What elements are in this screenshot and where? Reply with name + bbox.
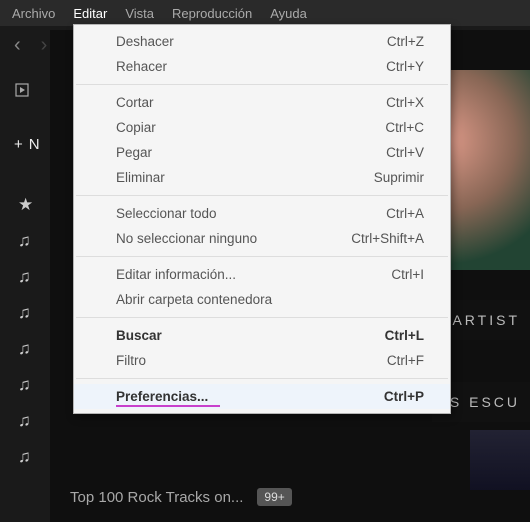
menu-no-seleccionar[interactable]: No seleccionar ningunoCtrl+Shift+A — [74, 226, 450, 251]
menu-cortar[interactable]: CortarCtrl+X — [74, 90, 450, 115]
playlist-icon[interactable]: ♫ — [18, 231, 33, 251]
menubar: Archivo Editar Vista Reproducción Ayuda — [0, 0, 530, 26]
highlight-underline — [116, 405, 220, 407]
menu-buscar[interactable]: BuscarCtrl+L — [74, 323, 450, 348]
menu-copiar[interactable]: CopiarCtrl+C — [74, 115, 450, 140]
menubar-item-archivo[interactable]: Archivo — [12, 6, 55, 21]
menubar-item-ayuda[interactable]: Ayuda — [270, 6, 307, 21]
menu-preferencias[interactable]: Preferencias...Ctrl+P — [74, 384, 450, 409]
menu-separator — [76, 378, 448, 379]
playlist-icon[interactable]: ♫ — [18, 411, 33, 431]
menu-separator — [76, 84, 448, 85]
favorites-icon[interactable]: ★ — [18, 195, 33, 215]
menu-editar-info[interactable]: Editar información...Ctrl+I — [74, 262, 450, 287]
menu-rehacer[interactable]: RehacerCtrl+Y — [74, 54, 450, 79]
menu-separator — [76, 256, 448, 257]
menubar-item-reproduccion[interactable]: Reproducción — [172, 6, 252, 21]
back-button[interactable]: ‹ — [14, 34, 21, 57]
menu-eliminar[interactable]: EliminarSuprimir — [74, 165, 450, 190]
sidebar: ★ ♫ ♫ ♫ ♫ ♫ ♫ ♫ — [18, 195, 33, 467]
album-thumb[interactable] — [470, 430, 530, 490]
forward-button[interactable]: › — [41, 34, 48, 57]
menubar-item-vista[interactable]: Vista — [125, 6, 154, 21]
playlist-title: Top 100 Rock Tracks on... — [70, 489, 243, 506]
playlist-icon[interactable]: ♫ — [18, 267, 33, 287]
menu-filtro[interactable]: FiltroCtrl+F — [74, 348, 450, 373]
menu-pegar[interactable]: PegarCtrl+V — [74, 140, 450, 165]
new-button-label: N — [29, 136, 40, 153]
now-playing-icon[interactable] — [14, 82, 30, 101]
count-badge: 99+ — [257, 488, 291, 506]
plus-icon: + — [14, 136, 23, 153]
menu-abrir-carpeta[interactable]: Abrir carpeta contenedora — [74, 287, 450, 312]
playlist-row[interactable]: Top 100 Rock Tracks on... 99+ — [70, 488, 292, 506]
playlist-icon[interactable]: ♫ — [18, 375, 33, 395]
playlist-icon[interactable]: ♫ — [18, 303, 33, 323]
playlist-icon[interactable]: ♫ — [18, 447, 33, 467]
menu-seleccionar-todo[interactable]: Seleccionar todoCtrl+A — [74, 201, 450, 226]
menu-deshacer[interactable]: DeshacerCtrl+Z — [74, 29, 450, 54]
playlist-icon[interactable]: ♫ — [18, 339, 33, 359]
editar-dropdown: DeshacerCtrl+Z RehacerCtrl+Y CortarCtrl+… — [73, 24, 451, 414]
menu-separator — [76, 195, 448, 196]
menubar-item-editar[interactable]: Editar — [73, 6, 107, 21]
menu-separator — [76, 317, 448, 318]
new-button[interactable]: + N — [14, 136, 40, 153]
